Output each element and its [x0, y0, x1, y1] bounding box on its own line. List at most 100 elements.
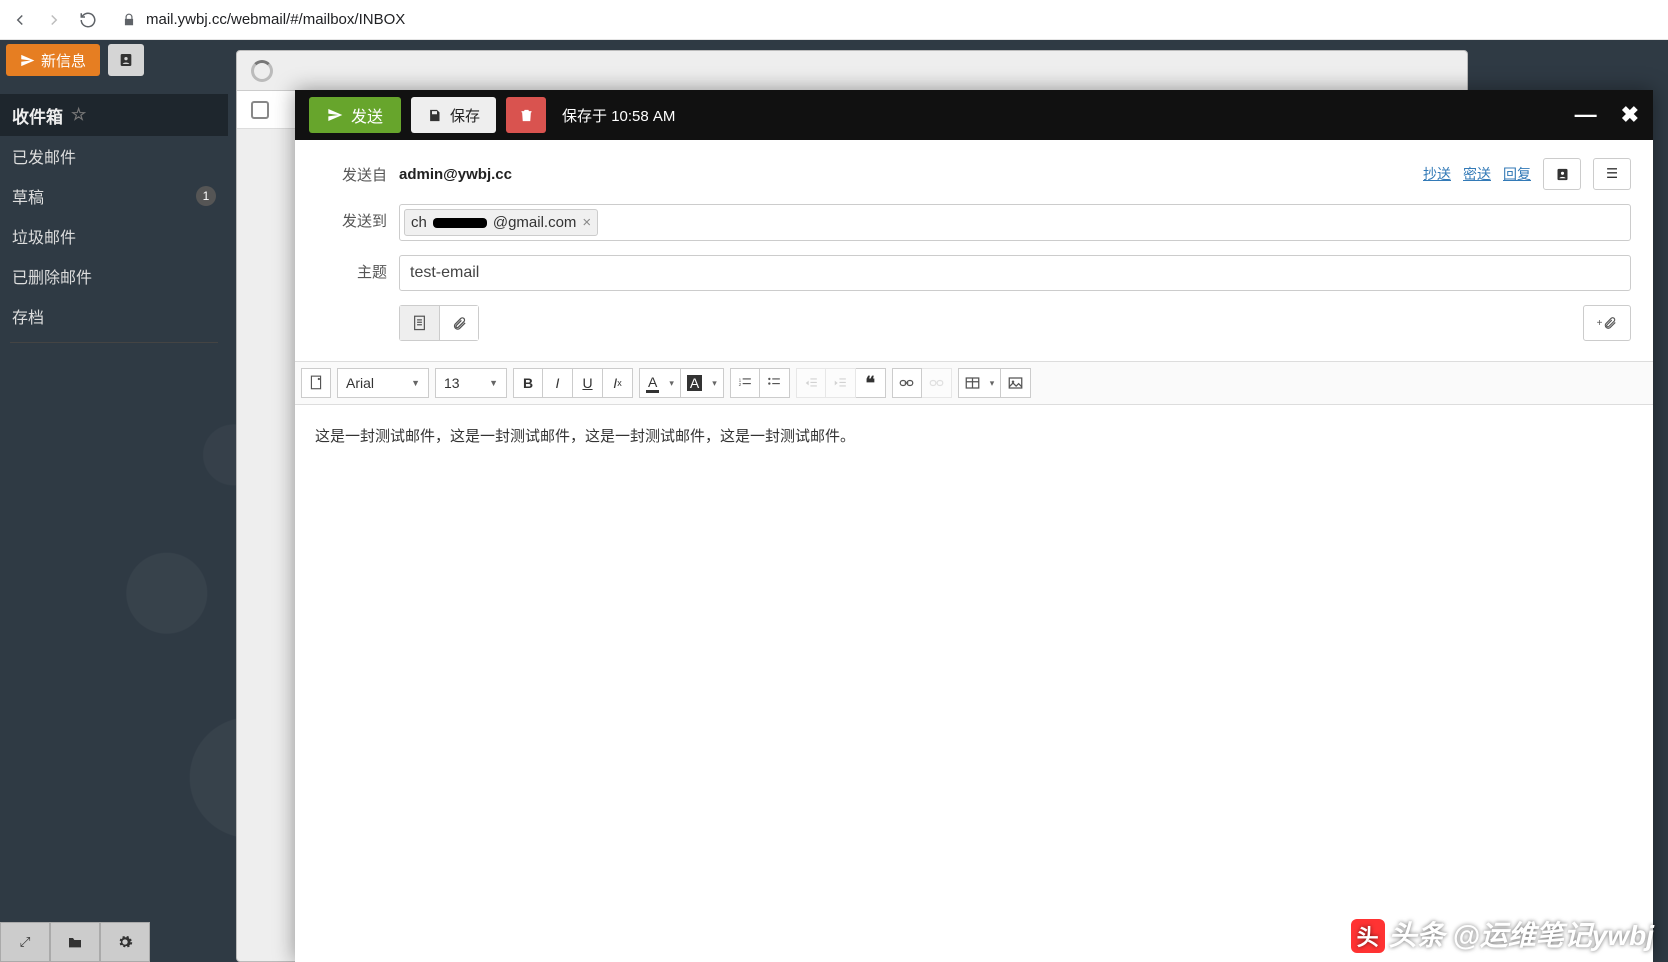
editor-toolbar: Arial▼ 13▼ B I U Ix A▾ A▾ 12 ❝: [295, 361, 1653, 405]
chevron-down-icon: ▼: [489, 378, 498, 388]
quote-button[interactable]: ❝: [856, 368, 886, 398]
from-label: 发送自: [317, 158, 387, 185]
send-icon: [20, 53, 35, 68]
recipient-chip[interactable]: ch@gmail.com ×: [404, 209, 598, 236]
reload-icon[interactable]: [78, 10, 98, 30]
compose-window: 发送 保存 保存于 10:58 AM — ✖ 发送自 admin@ywbj.cc: [295, 90, 1653, 962]
font-size-select[interactable]: 13▼: [435, 368, 507, 398]
compose-button[interactable]: 新信息: [6, 44, 100, 76]
sidebar: 新信息 收件箱 ☆ 已发邮件 草稿1 垃圾邮件 已删除邮件 存档 ⤢: [0, 40, 228, 962]
more-button[interactable]: ☰: [1593, 158, 1631, 190]
list-ul-icon: [767, 376, 781, 390]
unlink-icon: [929, 377, 944, 389]
url-text: mail.ywbj.cc/webmail/#/mailbox/INBOX: [146, 11, 405, 28]
settings-button[interactable]: [100, 922, 150, 962]
saved-at-text: 保存于 10:58 AM: [562, 105, 675, 126]
watermark-logo: 头: [1351, 919, 1385, 953]
sidebar-item-trash[interactable]: 已删除邮件: [0, 256, 228, 296]
cc-link[interactable]: 抄送: [1423, 164, 1451, 184]
addressbook-icon: [1555, 167, 1570, 182]
from-row: 发送自 admin@ywbj.cc 抄送 密送 回复 ☰: [317, 158, 1631, 190]
inbox-label: 收件箱: [12, 103, 63, 128]
forward-icon[interactable]: [44, 10, 64, 30]
table-button[interactable]: ▾: [958, 368, 1002, 398]
ul-button[interactable]: [760, 368, 790, 398]
subject-input[interactable]: [399, 255, 1631, 291]
svg-text:2: 2: [738, 382, 741, 387]
back-icon[interactable]: [10, 10, 30, 30]
select-all-checkbox[interactable]: [251, 101, 269, 119]
body-mode-button[interactable]: [399, 305, 439, 341]
indent-button[interactable]: [826, 368, 856, 398]
save-icon: [427, 108, 442, 123]
menu-icon: ☰: [1606, 166, 1618, 182]
chevron-down-icon: ▾: [669, 378, 674, 389]
folder-icon: [67, 935, 83, 949]
minimize-icon[interactable]: —: [1575, 102, 1597, 128]
plus-icon: +: [1597, 318, 1603, 329]
app-root: 新信息 收件箱 ☆ 已发邮件 草稿1 垃圾邮件 已删除邮件 存档 ⤢: [0, 40, 1668, 962]
addressbook-icon: [118, 52, 134, 68]
ol-button[interactable]: 12: [730, 368, 760, 398]
link-button[interactable]: [892, 368, 922, 398]
outdent-button[interactable]: [796, 368, 826, 398]
list-ol-icon: 12: [738, 376, 752, 390]
italic-button[interactable]: I: [543, 368, 573, 398]
to-label: 发送到: [317, 204, 387, 231]
folder-button[interactable]: [50, 922, 100, 962]
bold-button[interactable]: B: [513, 368, 543, 398]
document-icon: [412, 315, 427, 332]
link-icon: [899, 377, 914, 389]
clear-format-button[interactable]: Ix: [603, 368, 633, 398]
to-row: 发送到 ch@gmail.com ×: [317, 204, 1631, 241]
sidebar-item-inbox[interactable]: 收件箱 ☆: [0, 94, 228, 136]
trash-icon: [519, 108, 534, 123]
subject-label: 主题: [317, 255, 387, 282]
fullscreen-button[interactable]: ⤢: [0, 922, 50, 962]
bcc-link[interactable]: 密送: [1463, 164, 1491, 184]
close-icon[interactable]: ✖: [1621, 102, 1639, 128]
expand-icon: ⤢: [20, 934, 31, 950]
compose-header: 发送 保存 保存于 10:58 AM — ✖: [295, 90, 1653, 140]
unlink-button[interactable]: [922, 368, 952, 398]
sidebar-item-sent[interactable]: 已发邮件: [0, 136, 228, 176]
send-icon: [327, 107, 343, 123]
watermark: 头头条 @运维笔记ywbj: [1351, 914, 1654, 954]
underline-button[interactable]: U: [573, 368, 603, 398]
browser-bar: mail.ywbj.cc/webmail/#/mailbox/INBOX: [0, 0, 1668, 40]
from-address: admin@ywbj.cc: [399, 166, 512, 183]
sidebar-item-drafts[interactable]: 草稿1: [0, 176, 228, 216]
indent-icon: [833, 376, 847, 390]
send-button[interactable]: 发送: [309, 97, 401, 133]
page-icon: [309, 375, 323, 391]
paperclip-icon: [1603, 315, 1617, 331]
font-color-button[interactable]: A▾: [639, 368, 681, 398]
chevron-down-icon: ▾: [712, 378, 717, 389]
sidebar-item-archive[interactable]: 存档: [0, 296, 228, 336]
table-icon: [965, 376, 980, 390]
addressbook-button[interactable]: [1543, 158, 1581, 190]
contacts-button[interactable]: [108, 44, 144, 76]
discard-button[interactable]: [506, 97, 546, 133]
image-button[interactable]: [1001, 368, 1031, 398]
bg-color-button[interactable]: A▾: [681, 368, 724, 398]
sidebar-item-spam[interactable]: 垃圾邮件: [0, 216, 228, 256]
recipient-input[interactable]: ch@gmail.com ×: [399, 204, 1631, 241]
url-box[interactable]: mail.ywbj.cc/webmail/#/mailbox/INBOX: [112, 6, 1658, 34]
attach-button[interactable]: [439, 305, 479, 341]
sidebar-bottom: ⤢: [0, 922, 150, 962]
remove-chip-icon[interactable]: ×: [582, 214, 591, 231]
save-button[interactable]: 保存: [411, 97, 496, 133]
image-icon: [1008, 376, 1023, 390]
source-button[interactable]: [301, 368, 331, 398]
reply-to-link[interactable]: 回复: [1503, 164, 1531, 184]
outdent-icon: [804, 376, 818, 390]
lock-icon: [122, 13, 136, 27]
font-family-select[interactable]: Arial▼: [337, 368, 429, 398]
subject-row: 主题: [317, 255, 1631, 291]
add-attachment-button[interactable]: +: [1583, 305, 1631, 341]
paperclip-icon: [452, 315, 467, 332]
compose-label: 新信息: [41, 50, 86, 71]
editor-body[interactable]: 这是一封测试邮件，这是一封测试邮件，这是一封测试邮件，这是一封测试邮件。: [295, 405, 1653, 962]
redacted-mask: [433, 218, 487, 228]
